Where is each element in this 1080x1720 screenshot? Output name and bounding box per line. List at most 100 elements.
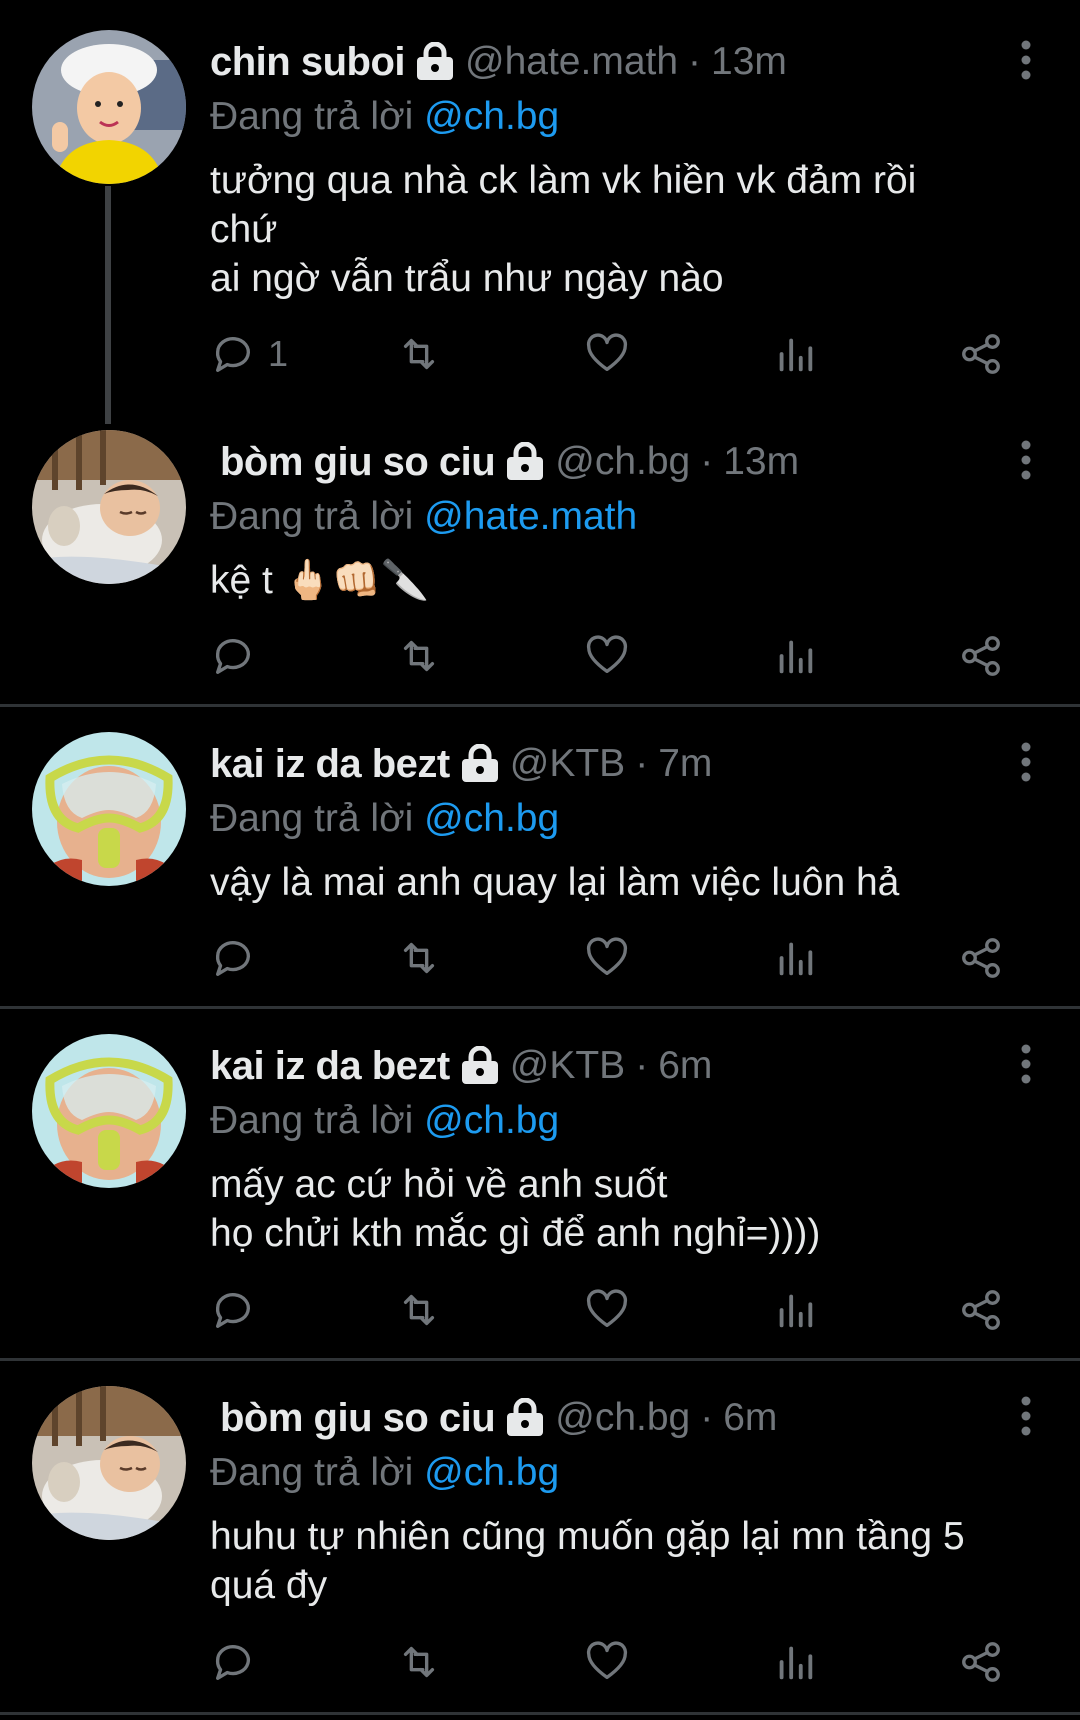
share-button[interactable]: [958, 928, 1004, 988]
tweet[interactable]: kai iz da bezt @KTB · 7m Đang trả lời @c…: [0, 702, 1080, 1004]
heart-icon: [586, 937, 628, 976]
display-name[interactable]: chin suboi: [210, 40, 406, 85]
avatar[interactable]: [32, 30, 186, 184]
display-name[interactable]: bòm giu so ciu: [220, 440, 496, 485]
replying-to-label: Đang trả lời: [210, 1451, 414, 1494]
replying-to-label: Đang trả lời: [210, 495, 414, 538]
replying-to: Đang trả lời @ch.bg: [210, 1096, 990, 1146]
views-button[interactable]: [772, 1632, 818, 1692]
retweet-button[interactable]: [396, 626, 442, 686]
reply-icon: [215, 1293, 250, 1328]
replying-to: Đang trả lời @hate.math: [210, 492, 990, 542]
separator-dot: ·: [688, 40, 702, 83]
share-icon: [962, 334, 1000, 374]
separator-dot: ·: [700, 1396, 714, 1439]
display-name[interactable]: kai iz da bezt: [210, 742, 450, 787]
share-icon: [962, 938, 1000, 978]
replying-to-label: Đang trả lời: [210, 95, 414, 138]
avatar-photo: [32, 1386, 186, 1540]
timestamp[interactable]: 7m: [658, 742, 712, 786]
timestamp[interactable]: 6m: [658, 1044, 712, 1088]
retweet-icon: [403, 640, 435, 672]
avatar[interactable]: [32, 430, 186, 584]
tweet[interactable]: chin suboi @hate.math · 13m Đang trả lời…: [0, 0, 1080, 424]
replying-to-label: Đang trả lời: [210, 797, 414, 840]
like-button[interactable]: [584, 324, 630, 384]
lock-icon: [460, 1045, 500, 1086]
tweet[interactable]: kai iz da bezt @KTB · 6m Đang trả lời @c…: [0, 1004, 1080, 1356]
views-icon: [779, 1646, 813, 1680]
like-button[interactable]: [584, 626, 630, 686]
handle[interactable]: @KTB: [510, 742, 625, 786]
views-icon: [779, 942, 813, 976]
mention-link[interactable]: @ch.bg: [424, 95, 559, 138]
avatar[interactable]: [32, 732, 186, 886]
handle[interactable]: @hate.math: [465, 40, 678, 84]
display-name[interactable]: bòm giu so ciu: [220, 1396, 496, 1441]
avatar-photo: [32, 30, 186, 184]
more-vertical-icon[interactable]: [1016, 440, 1036, 480]
display-name[interactable]: kai iz da bezt: [210, 1044, 450, 1089]
mention-link[interactable]: @ch.bg: [424, 1451, 559, 1494]
more-vertical-icon[interactable]: [1016, 1396, 1036, 1436]
views-button[interactable]: [772, 626, 818, 686]
heart-icon: [586, 635, 628, 674]
replying-to: Đang trả lời @ch.bg: [210, 1448, 990, 1498]
like-button[interactable]: [584, 928, 630, 988]
share-button[interactable]: [958, 1280, 1004, 1340]
reply-icon: [215, 639, 250, 674]
avatar-photo: [32, 732, 186, 886]
mention-link[interactable]: @ch.bg: [424, 797, 559, 840]
like-button[interactable]: [584, 1632, 630, 1692]
reply-icon: [215, 337, 250, 372]
views-button[interactable]: [772, 324, 818, 384]
reply-feed: chin suboi @hate.math · 13m Đang trả lời…: [0, 0, 1080, 1720]
avatar[interactable]: [32, 1386, 186, 1540]
views-button[interactable]: [772, 928, 818, 988]
handle[interactable]: @ch.bg: [555, 1396, 690, 1440]
share-button[interactable]: [958, 1632, 1004, 1692]
tweet-text: tưởng qua nhà ck làm vk hiền vk đảm rồi …: [210, 159, 917, 300]
tweet[interactable]: bòm giu so ciu @ch.bg · 13m Đang trả lời…: [0, 400, 1080, 706]
lock-icon: [460, 743, 500, 784]
avatar[interactable]: [32, 1034, 186, 1188]
reply-button[interactable]: [210, 1632, 256, 1692]
divider: [0, 1712, 1080, 1715]
reply-button[interactable]: [210, 626, 256, 686]
like-button[interactable]: [584, 1280, 630, 1340]
reply-button[interactable]: 1: [210, 324, 288, 384]
handle[interactable]: @ch.bg: [555, 440, 690, 484]
action-bar: [210, 928, 1020, 988]
more-vertical-icon[interactable]: [1016, 1044, 1036, 1084]
more-vertical-icon[interactable]: [1016, 742, 1036, 782]
timestamp[interactable]: 13m: [723, 440, 799, 484]
handle[interactable]: @KTB: [510, 1044, 625, 1088]
views-button[interactable]: [772, 1280, 818, 1340]
retweet-button[interactable]: [396, 928, 442, 988]
lock-icon: [505, 441, 545, 482]
reply-button[interactable]: [210, 928, 256, 988]
timestamp[interactable]: 13m: [711, 40, 787, 84]
share-button[interactable]: [958, 324, 1004, 384]
share-button[interactable]: [958, 626, 1004, 686]
separator-dot: ·: [700, 440, 714, 483]
separator-dot: ·: [635, 742, 649, 785]
retweet-button[interactable]: [396, 1632, 442, 1692]
tweet[interactable]: bòm giu so ciu @ch.bg · 6m Đang trả lời …: [0, 1356, 1080, 1716]
tweet-text: vậy là mai anh quay lại làm việc luôn hả: [210, 861, 900, 904]
tweet-text: kệ t 🖕🏻👊🏻🔪: [210, 559, 430, 602]
timestamp[interactable]: 6m: [723, 1396, 777, 1440]
retweet-button[interactable]: [396, 1280, 442, 1340]
action-bar: [210, 1632, 1020, 1692]
views-icon: [779, 1294, 813, 1328]
mention-link[interactable]: @hate.math: [424, 495, 637, 538]
reply-count: 1: [268, 333, 289, 374]
more-vertical-icon[interactable]: [1016, 40, 1036, 80]
share-icon: [962, 636, 1000, 676]
retweet-button[interactable]: [396, 324, 442, 384]
mention-link[interactable]: @ch.bg: [424, 1099, 559, 1142]
action-bar: 1: [210, 324, 1020, 384]
reply-button[interactable]: [210, 1280, 256, 1340]
lock-icon: [505, 1397, 545, 1438]
separator-dot: ·: [635, 1044, 649, 1087]
